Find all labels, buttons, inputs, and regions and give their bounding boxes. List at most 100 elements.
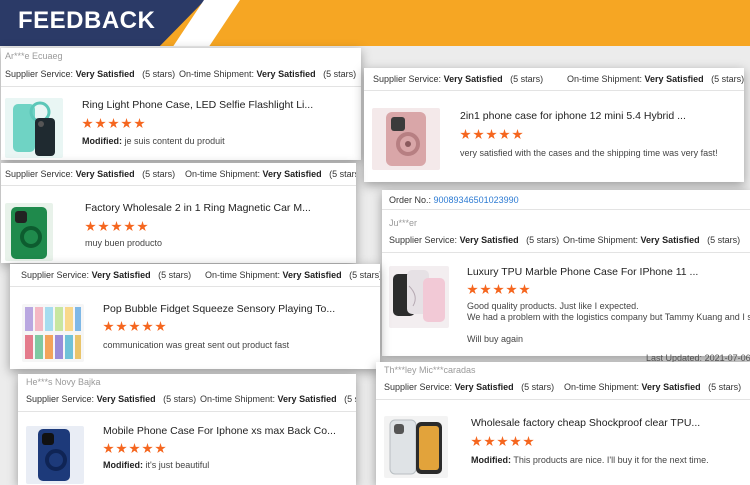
star-icon xyxy=(499,129,510,140)
star-icon xyxy=(85,221,96,232)
feedback-comment-line-2: We had a problem with the logistics comp… xyxy=(467,312,750,322)
phone-case-image xyxy=(386,112,426,166)
shipment-rating: On-time Shipment: Very Satisfied (5 star… xyxy=(564,382,742,392)
star-icon xyxy=(82,118,93,129)
star-icon xyxy=(471,436,482,447)
order-link[interactable]: 90089346501023990 xyxy=(434,195,519,205)
shipment-rating: On-time Shipment: Very Satisfied (5 star… xyxy=(200,394,356,404)
divider xyxy=(364,90,744,91)
star-rating xyxy=(103,443,166,454)
star-rating xyxy=(82,118,145,129)
shipment-rating: On-time Shipment: Very Satisfied (5 star… xyxy=(567,74,744,84)
product-title[interactable]: Factory Wholesale 2 in 1 Ring Magnetic C… xyxy=(85,202,347,214)
product-thumbnail[interactable] xyxy=(22,304,84,362)
page-title: FEEDBACK xyxy=(18,7,156,34)
product-title[interactable]: 2in1 phone case for iphone 12 mini 5.4 H… xyxy=(460,110,730,122)
star-icon xyxy=(512,129,523,140)
star-icon xyxy=(121,118,132,129)
shipment-rating: On-time Shipment: Very Satisfied (5 star… xyxy=(205,270,380,280)
star-rating xyxy=(103,321,166,332)
star-rating xyxy=(471,436,534,447)
supplier-service-rating: Supplier Service: Very Satisfied (5 star… xyxy=(384,382,555,392)
star-icon xyxy=(484,436,495,447)
divider xyxy=(10,286,380,287)
divider xyxy=(382,252,750,253)
star-icon xyxy=(134,118,145,129)
star-icon xyxy=(142,443,153,454)
star-icon xyxy=(155,321,166,332)
product-title[interactable]: Luxury TPU Marble Phone Case For IPhone … xyxy=(467,266,737,278)
star-icon xyxy=(129,443,140,454)
supplier-service-rating: Supplier Service: Very Satisfied (5 star… xyxy=(373,74,544,84)
product-thumbnail[interactable] xyxy=(372,108,440,170)
divider xyxy=(376,399,750,400)
star-icon xyxy=(523,436,534,447)
phone-case-image xyxy=(393,270,445,322)
star-icon xyxy=(111,221,122,232)
supplier-service-rating: Supplier Service: Very Satisfied (5 star… xyxy=(5,169,176,179)
star-icon xyxy=(480,284,491,295)
divider xyxy=(1,185,356,186)
product-thumbnail[interactable] xyxy=(5,203,53,261)
feedback-card-ring-light: Ar***e Ecuaeg Supplier Service: Very Sat… xyxy=(1,48,361,160)
supplier-service-rating: Supplier Service: Very Satisfied (5 star… xyxy=(5,69,176,79)
star-icon xyxy=(116,443,127,454)
feedback-banner: FEEDBACK xyxy=(0,0,750,46)
phone-case-image xyxy=(38,429,70,481)
product-thumbnail[interactable] xyxy=(26,426,84,484)
phone-case-image xyxy=(389,419,442,475)
star-icon xyxy=(137,221,148,232)
product-title[interactable]: Mobile Phone Case For Iphone xs max Back… xyxy=(103,425,348,437)
shipment-rating: On-time Shipment: Very Satisfied (5 star… xyxy=(179,69,357,79)
star-icon xyxy=(497,436,508,447)
feedback-card-iphone12-mini: Supplier Service: Very Satisfied (5 star… xyxy=(364,68,744,182)
star-icon xyxy=(108,118,119,129)
feedback-comment: Modified: This products are nice. I'll b… xyxy=(471,455,709,465)
buyer-name: Th***ley Mic***caradas xyxy=(384,365,476,375)
supplier-service-rating: Supplier Service: Very Satisfied (5 star… xyxy=(389,235,560,245)
shipment-rating: On-time Shipment: Very Satisfied (5 star… xyxy=(563,235,741,245)
star-icon xyxy=(103,443,114,454)
divider xyxy=(18,411,356,412)
star-icon xyxy=(486,129,497,140)
feedback-card-xs-max: He***s Novy Bajka Supplier Service: Very… xyxy=(18,374,356,485)
fidget-product-image xyxy=(25,307,81,359)
feedback-comment-line-1: Good quality products. Just like I expec… xyxy=(467,301,639,311)
feedback-card-shockproof: Th***ley Mic***caradas Supplier Service:… xyxy=(376,362,750,485)
supplier-service-rating: Supplier Service: Very Satisfied (5 star… xyxy=(21,270,192,280)
star-rating xyxy=(467,284,530,295)
followup-comment: Will buy again xyxy=(467,334,524,344)
star-icon xyxy=(519,284,530,295)
star-icon xyxy=(98,221,109,232)
divider xyxy=(1,86,361,87)
product-title[interactable]: Pop Bubble Fidget Squeeze Sensory Playin… xyxy=(103,303,373,315)
product-thumbnail[interactable] xyxy=(389,266,449,328)
feedback-comment: Modified: je suis content du produit xyxy=(82,136,225,146)
product-title[interactable]: Ring Light Phone Case, LED Selfie Flashl… xyxy=(82,99,352,111)
feedback-comment: very satisfied with the cases and the sh… xyxy=(460,148,718,158)
feedback-comment: Modified: it's just beautiful xyxy=(103,460,210,470)
product-thumbnail[interactable] xyxy=(384,416,448,478)
product-thumbnail[interactable] xyxy=(5,98,63,158)
star-icon xyxy=(95,118,106,129)
buyer-name: He***s Novy Bajka xyxy=(26,377,101,387)
star-icon xyxy=(493,284,504,295)
star-icon xyxy=(124,221,135,232)
buyer-name: Ar***e Ecuaeg xyxy=(5,51,63,61)
star-icon xyxy=(116,321,127,332)
star-icon xyxy=(473,129,484,140)
feedback-card-marble: Order No.: 90089346501023990 Ju***er Sup… xyxy=(382,190,750,356)
supplier-service-rating: Supplier Service: Very Satisfied (5 star… xyxy=(26,394,197,404)
shipment-rating: On-time Shipment: Very Satisfied (5 star… xyxy=(185,169,356,179)
star-rating xyxy=(85,221,148,232)
product-title[interactable]: Wholesale factory cheap Shockproof clear… xyxy=(471,417,741,429)
feedback-card-pop-bubble: Supplier Service: Very Satisfied (5 star… xyxy=(10,264,380,369)
phone-case-image xyxy=(13,101,55,156)
order-number: Order No.: 90089346501023990 xyxy=(389,195,519,205)
star-rating xyxy=(460,129,523,140)
feedback-comment: muy buen producto xyxy=(85,238,163,248)
star-icon xyxy=(103,321,114,332)
buyer-name: Ju***er xyxy=(389,218,418,228)
divider xyxy=(382,209,750,210)
star-icon xyxy=(467,284,478,295)
